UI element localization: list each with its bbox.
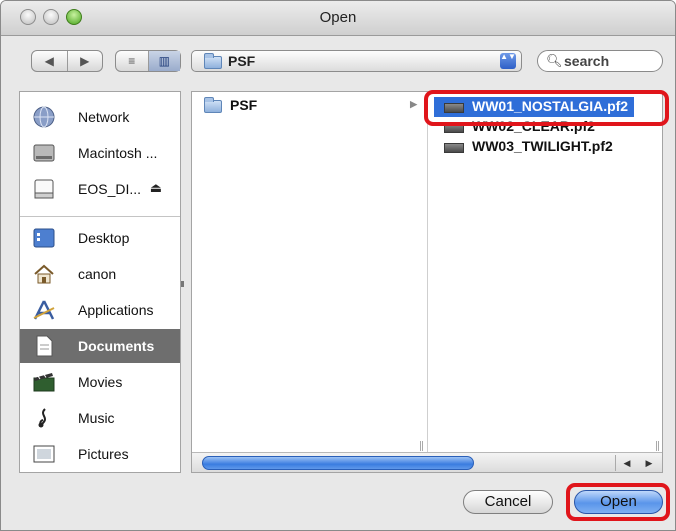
list-view-button[interactable]: ≡ [116,51,148,71]
scroll-left-arrow-icon[interactable]: ◀ [616,455,638,471]
search-field[interactable]: 🔍︎ [537,50,663,72]
sidebar-item-movies[interactable]: Movies [20,365,180,399]
file-row-ww02[interactable]: WW02_CLEAR.pf2 [434,117,634,137]
back-forward-control: ◀ ▶ [31,50,103,72]
toolbar: ◀ ▶ ≡ ▥ PSF ▲▼ 🔍︎ [1,36,675,88]
file-row-ww03[interactable]: WW03_TWILIGHT.pf2 [434,137,634,157]
folder-icon [204,53,222,69]
search-icon: 🔍︎ [546,53,563,68]
documents-icon [36,335,53,357]
sidebar-item-canon[interactable]: canon [20,257,180,291]
sidebar-item-label: Documents [78,338,155,354]
location-popup[interactable]: PSF ▲▼ [191,50,522,72]
column-resize-grip[interactable] [656,441,659,451]
title-bar: Open [1,1,675,36]
cancel-button[interactable]: Cancel [463,490,553,514]
view-mode-control: ≡ ▥ [115,50,181,72]
browser-column-1: PSF ▶ [192,92,428,452]
sidebar-item-documents[interactable]: Documents [20,329,180,363]
sidebar-item-label: EOS_DI... [78,181,142,197]
horizontal-scrollbar[interactable]: ◀ ▶ [192,452,662,472]
file-row-label: WW02_CLEAR.pf2 [472,118,595,134]
pictures-icon [33,445,55,463]
folder-icon [204,97,222,113]
file-row-ww01[interactable]: WW01_NOSTALGIA.pf2 [434,97,634,117]
sidebar-item-label: canon [78,266,117,282]
file-icon [444,123,464,133]
open-button[interactable]: Open [574,490,663,514]
folder-row-label: PSF [230,97,258,113]
desktop-icon [33,228,55,248]
sidebar-item-eos-digital[interactable]: EOS_DI... ⏏ [20,172,180,206]
window-title: Open [319,9,357,26]
network-globe-icon [33,106,55,128]
column-resize-grip[interactable] [420,441,423,451]
sidebar-item-label: Network [78,109,130,125]
browser-column-2: WW01_NOSTALGIA.pf2 WW02_CLEAR.pf2 WW03_T… [428,92,662,452]
sidebar-item-label: Applications [78,302,154,318]
sidebar-item-macintosh-hd[interactable]: Macintosh ... [20,136,180,170]
hard-disk-icon [33,144,55,162]
sidebar-item-desktop[interactable]: Desktop [20,221,180,255]
sidebar-item-music[interactable]: Music [20,401,180,435]
sidebar-item-label: Music [78,410,115,426]
file-row-label: WW01_NOSTALGIA.pf2 [472,98,629,114]
removable-disk-icon [34,179,54,199]
back-button[interactable]: ◀ [32,51,67,71]
column-view-button[interactable]: ▥ [147,51,180,71]
applications-icon [33,300,55,320]
forward-button[interactable]: ▶ [66,51,103,71]
open-dialog: Open ◀ ▶ ≡ ▥ PSF ▲▼ 🔍︎ Network Macintosh… [0,0,676,531]
location-label: PSF [228,53,256,69]
folder-row-psf[interactable]: PSF ▶ [192,96,427,116]
movies-icon [33,373,55,392]
scroll-arrows: ◀ ▶ [615,455,660,471]
search-input[interactable] [564,52,658,70]
sidebar-item-label: Macintosh ... [78,145,158,161]
home-icon [34,264,54,284]
sidebar-item-pictures[interactable]: Pictures [20,437,180,471]
file-row-label: WW03_TWILIGHT.pf2 [472,138,613,154]
file-browser: PSF ▶ WW01_NOSTALGIA.pf2 WW02_CLEAR.pf2 … [191,91,663,473]
sidebar-resize-grip[interactable] [181,281,184,287]
sidebar-item-label: Pictures [78,446,129,462]
sidebar-divider [20,216,180,217]
scrollbar-thumb[interactable] [202,456,474,470]
sidebar-item-label: Desktop [78,230,130,246]
sidebar-item-applications[interactable]: Applications [20,293,180,327]
sidebar-item-network[interactable]: Network [20,100,180,134]
sidebar: Network Macintosh ... EOS_DI... ⏏ Deskto… [19,91,181,473]
eject-icon[interactable]: ⏏ [150,180,162,196]
file-icon [444,143,464,153]
scroll-right-arrow-icon[interactable]: ▶ [638,455,660,471]
file-icon [444,103,464,113]
popup-arrows-icon: ▲▼ [500,53,516,69]
sidebar-item-label: Movies [78,374,123,390]
music-icon [38,408,46,428]
disclosure-chevron-icon: ▶ [410,99,417,109]
